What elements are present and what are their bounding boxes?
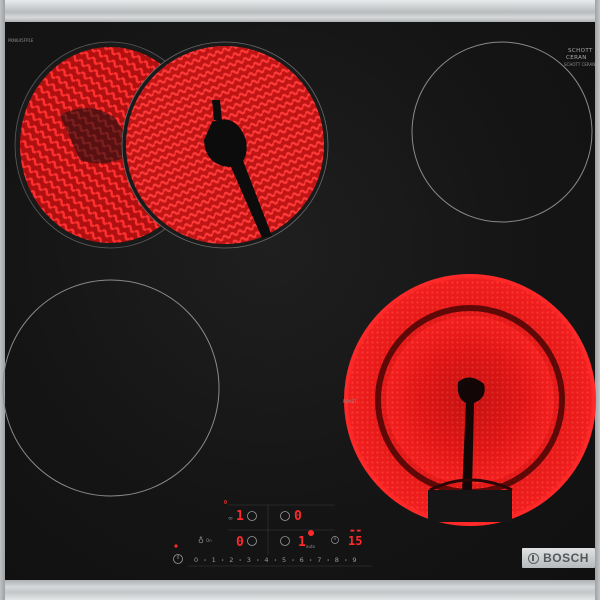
scale-dot	[345, 559, 347, 561]
brand-name: BOSCH	[543, 551, 589, 565]
select-button-front-left[interactable]	[247, 536, 257, 546]
model-code: PKN645FP1E	[8, 38, 34, 43]
label-auto: auto	[306, 544, 316, 549]
scale-digit-6[interactable]: 6	[300, 556, 304, 564]
scale-dot	[221, 559, 224, 561]
front-left-zone	[2, 279, 220, 497]
glass-code: SCHOTT CERAN	[564, 62, 595, 67]
scale-dot	[327, 559, 330, 561]
scale-dot	[274, 559, 277, 561]
scale-digit-0[interactable]: 0	[194, 556, 198, 564]
rear-left-zone	[121, 41, 329, 249]
select-button-rear-left[interactable]	[247, 511, 257, 521]
power-scale[interactable]: 0 1 2 3 4 5 6 7 8 9	[194, 556, 357, 564]
power-led-icon	[174, 544, 178, 548]
scale-dot	[239, 559, 241, 561]
select-button-front-right[interactable]	[280, 536, 290, 546]
cooktop-drawing: PKN645FP1E SCHOTT CERAN SCHOTT CERAN ROA…	[2, 38, 596, 567]
display-rear-left-sub: 0	[224, 500, 227, 506]
scale-digit-9[interactable]: 9	[352, 556, 356, 564]
scale-dot	[204, 559, 206, 561]
key-lock-icon[interactable]: ♁	[198, 536, 204, 545]
scale-digit-7[interactable]: 7	[317, 556, 321, 564]
control-panel: 1 0 ∞ 0 0 1 ♁ On auto 15 ▬ ▬ 0 1 2 3 4 5…	[173, 500, 372, 567]
front-right-dual-zone	[344, 274, 596, 526]
scale-dot	[292, 559, 294, 561]
scale-digit-5[interactable]: 5	[282, 556, 286, 564]
glass-brand: CERAN	[566, 55, 587, 61]
display-rear-right: 0	[294, 509, 302, 524]
glass-maker: SCHOTT	[568, 48, 593, 54]
bosch-logo-icon	[528, 552, 540, 564]
auto-indicator-icon	[308, 530, 314, 536]
label-on: On	[206, 538, 212, 543]
display-front-right: 1	[298, 535, 306, 550]
display-rear-left: 1	[236, 509, 244, 524]
timer-mark-icon: ▬ ▬	[350, 528, 361, 534]
scale-dot	[257, 559, 259, 561]
scale-digit-3[interactable]: 3	[247, 556, 251, 564]
scale-dot	[309, 559, 312, 561]
timer-display: 15	[348, 534, 362, 548]
rear-right-zone	[411, 41, 593, 223]
scale-digit-1[interactable]: 1	[212, 556, 216, 564]
link-icon[interactable]: ∞	[228, 515, 233, 522]
cooktop: PKN645FP1E SCHOTT CERAN SCHOTT CERAN ROA…	[0, 0, 600, 600]
label-left-mid: ROAST	[343, 399, 357, 404]
scale-digit-2[interactable]: 2	[229, 556, 233, 564]
display-front-left: 0	[236, 535, 244, 550]
scale-digit-4[interactable]: 4	[264, 556, 268, 564]
scale-digit-8[interactable]: 8	[335, 556, 339, 564]
brand-badge: BOSCH	[522, 548, 595, 568]
select-button-rear-right[interactable]	[280, 511, 290, 521]
